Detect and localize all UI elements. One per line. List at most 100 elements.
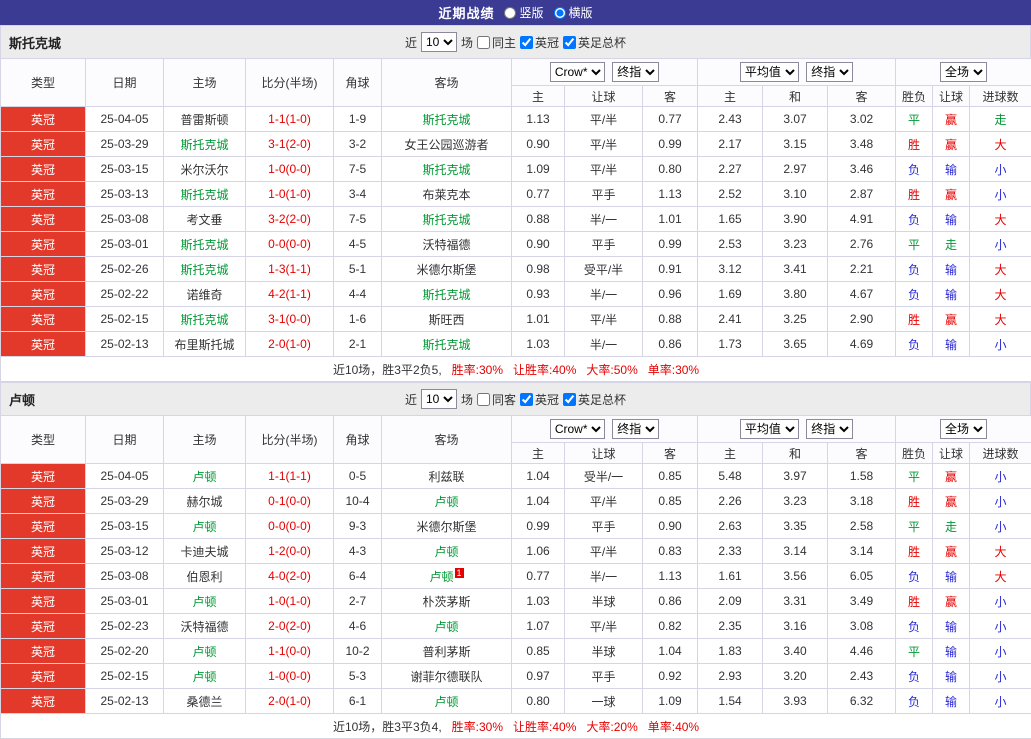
league-filter-facup[interactable]: 英足总杯 (563, 391, 626, 408)
home-team: 斯托克城 (164, 257, 246, 282)
handicap-outcome: 输 (933, 639, 970, 664)
championship-checkbox[interactable] (520, 36, 533, 49)
avg-away-odds: 2.90 (828, 307, 896, 332)
corner-score: 1-6 (334, 307, 382, 332)
facup-checkbox[interactable] (563, 393, 576, 406)
league-filter-championship[interactable]: 英冠 (520, 34, 559, 51)
away-team: 卢顿 (382, 614, 512, 639)
home-team: 卢顿 (164, 639, 246, 664)
away-team: 卢顿 (382, 539, 512, 564)
result-outcome: 负 (896, 257, 933, 282)
near-label: 近 (405, 34, 417, 51)
away-team: 女王公园巡游者 (382, 132, 512, 157)
avg-away-odds: 6.05 (828, 564, 896, 589)
home-odds: 0.90 (512, 132, 565, 157)
score: 0-1(0-0) (246, 489, 334, 514)
recent-count-select[interactable]: 10 (421, 32, 457, 52)
score: 1-0(1-0) (246, 589, 334, 614)
corner-score: 4-5 (334, 232, 382, 257)
home-odds: 0.80 (512, 689, 565, 714)
away-odds: 1.13 (643, 564, 698, 589)
same-side-filter[interactable]: 同客 (477, 391, 516, 408)
goals-outcome: 大 (970, 257, 1031, 282)
league-badge: 英冠 (1, 639, 86, 664)
avg-stage-select[interactable]: 终指 (806, 62, 853, 82)
score: 1-0(0-0) (246, 157, 334, 182)
league-badge: 英冠 (1, 232, 86, 257)
away-team: 卢顿1 (382, 564, 512, 589)
handicap-line: 受平/半 (565, 257, 643, 282)
bookmaker-select[interactable]: Crow* (550, 419, 605, 439)
summary-prefix: 近10场，胜3平3负4, (333, 720, 442, 734)
away-team: 斯旺西 (382, 307, 512, 332)
col-odds-away: 客 (643, 86, 698, 107)
league-badge: 英冠 (1, 539, 86, 564)
corner-score: 10-2 (334, 639, 382, 664)
team-section-luton: 卢顿 近 10 场 同客 英冠 英足总杯 (0, 382, 1031, 739)
goals-outcome: 小 (970, 589, 1031, 614)
home-odds: 1.03 (512, 589, 565, 614)
away-odds: 1.04 (643, 639, 698, 664)
team-name: 卢顿 (9, 390, 35, 409)
same-side-checkbox[interactable] (477, 393, 490, 406)
col-odds-handicap: 让球 (565, 443, 643, 464)
avg-draw-odds: 2.97 (763, 157, 828, 182)
goals-outcome: 走 (970, 107, 1031, 132)
handicap-outcome: 输 (933, 207, 970, 232)
table-row: 英冠 25-02-15 斯托克城 3-1(0-0) 1-6 斯旺西 1.01 平… (1, 307, 1031, 332)
vertical-radio-label: 竖版 (519, 4, 543, 21)
table-row: 英冠 25-03-08 伯恩利 4-0(2-0) 6-4 卢顿1 0.77 半/… (1, 564, 1031, 589)
avg-home-odds: 3.12 (698, 257, 763, 282)
avg-type-select[interactable]: 平均值 (740, 419, 799, 439)
bookmaker-select[interactable]: Crow* (550, 62, 605, 82)
match-date: 25-02-20 (86, 639, 164, 664)
handicap-line: 平手 (565, 664, 643, 689)
avg-home-odds: 2.52 (698, 182, 763, 207)
home-odds: 1.04 (512, 464, 565, 489)
corner-score: 5-3 (334, 664, 382, 689)
corner-score: 0-5 (334, 464, 382, 489)
match-date: 25-03-15 (86, 514, 164, 539)
layout-option-horizontal[interactable]: 横版 (554, 4, 593, 21)
handicap-line: 平手 (565, 514, 643, 539)
avg-type-select[interactable]: 平均值 (740, 62, 799, 82)
league-filter-championship[interactable]: 英冠 (520, 391, 559, 408)
avg-draw-odds: 3.80 (763, 282, 828, 307)
layout-option-vertical[interactable]: 竖版 (504, 4, 543, 21)
recent-count-select[interactable]: 10 (421, 389, 457, 409)
home-team: 卡迪夫城 (164, 539, 246, 564)
match-scope-select[interactable]: 全场 (940, 419, 987, 439)
home-team: 赫尔城 (164, 489, 246, 514)
vertical-radio[interactable] (504, 7, 516, 19)
home-odds: 0.99 (512, 514, 565, 539)
odds-stage-select[interactable]: 终指 (612, 62, 659, 82)
same-side-checkbox[interactable] (477, 36, 490, 49)
table-row: 英冠 25-02-20 卢顿 1-1(0-0) 10-2 普利茅斯 0.85 半… (1, 639, 1031, 664)
result-outcome: 负 (896, 157, 933, 182)
league-filter-facup[interactable]: 英足总杯 (563, 34, 626, 51)
avg-stage-select[interactable]: 终指 (806, 419, 853, 439)
match-scope-select[interactable]: 全场 (940, 62, 987, 82)
handicap-outcome: 输 (933, 257, 970, 282)
facup-checkbox[interactable] (563, 36, 576, 49)
corner-score: 10-4 (334, 489, 382, 514)
match-date: 25-03-13 (86, 182, 164, 207)
facup-label: 英足总杯 (578, 34, 626, 51)
games-label: 场 (461, 391, 473, 408)
result-outcome: 负 (896, 332, 933, 357)
result-outcome: 胜 (896, 539, 933, 564)
horizontal-radio[interactable] (554, 7, 566, 19)
score: 1-0(0-0) (246, 664, 334, 689)
league-badge: 英冠 (1, 689, 86, 714)
same-side-filter[interactable]: 同主 (477, 34, 516, 51)
avg-away-odds: 2.43 (828, 664, 896, 689)
championship-checkbox[interactable] (520, 393, 533, 406)
odds-stage-select[interactable]: 终指 (612, 419, 659, 439)
avg-draw-odds: 3.65 (763, 332, 828, 357)
away-odds: 0.85 (643, 464, 698, 489)
avg-draw-odds: 3.35 (763, 514, 828, 539)
home-team: 伯恩利 (164, 564, 246, 589)
avg-selects-cell: 平均值 终指 (698, 416, 896, 443)
home-team: 斯托克城 (164, 232, 246, 257)
handicap-outcome: 输 (933, 664, 970, 689)
